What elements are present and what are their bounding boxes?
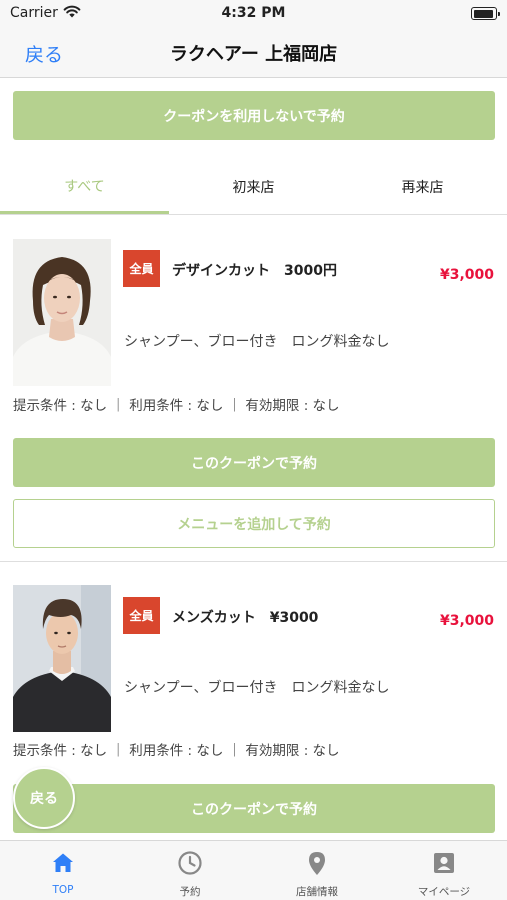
- tab-bar-label: TOP: [52, 884, 74, 896]
- tab-bar-item-top[interactable]: TOP: [0, 841, 126, 900]
- coupon-conditions: 提示条件 : なし ｜ 利用条件 : なし ｜ 有効期限 : なし: [13, 743, 340, 759]
- coupon-price: ¥3,000: [439, 267, 494, 283]
- navigation-bar: 戻る ラクヘアー 上福岡店: [0, 28, 507, 78]
- coupon-conditions: 提示条件 : なし ｜ 利用条件 : なし ｜ 有効期限 : なし: [13, 398, 340, 414]
- tab-all[interactable]: すべて: [0, 160, 169, 214]
- coupon-filter-tabs: すべて 初来店 再来店: [0, 160, 507, 215]
- coupon-title: デザインカット 3000円: [172, 263, 337, 279]
- coupon-divider: [0, 561, 507, 562]
- page-title: ラクヘアー 上福岡店: [169, 44, 338, 65]
- reserve-with-coupon-button[interactable]: このクーポンで予約: [13, 438, 495, 487]
- tab-bar-item-reservation[interactable]: 予約: [127, 841, 253, 900]
- floating-back-button[interactable]: 戻る: [13, 767, 75, 829]
- bottom-tab-bar: TOP 予約 店舗情報 マイページ: [0, 840, 507, 900]
- status-bar: Carrier 4:32 PM: [0, 0, 507, 28]
- tab-bar-label: 予約: [179, 886, 201, 898]
- coupon-title: メンズカット ¥3000: [172, 610, 319, 626]
- tab-bar-item-my-page[interactable]: マイページ: [381, 841, 507, 900]
- coupon-badge: 全員: [123, 250, 160, 287]
- profile-card-icon: [431, 850, 457, 876]
- coupon-badge: 全員: [123, 597, 160, 634]
- tab-repeat-visit[interactable]: 再来店: [338, 160, 507, 214]
- location-pin-icon: [304, 850, 330, 876]
- battery-icon: [471, 7, 500, 20]
- back-button[interactable]: 戻る: [25, 40, 63, 67]
- clock-icon: [177, 850, 203, 876]
- tab-bar-label: 店舗情報: [296, 886, 338, 898]
- tab-bar-label: マイページ: [417, 886, 471, 898]
- coupon-photo-man: [13, 585, 111, 732]
- add-menu-and-reserve-button[interactable]: メニューを追加して予約: [13, 499, 495, 548]
- tab-bar-item-store-info[interactable]: 店舗情報: [254, 841, 380, 900]
- tab-first-visit[interactable]: 初来店: [169, 160, 338, 214]
- status-time: 4:32 PM: [221, 5, 286, 21]
- reserve-with-coupon-button[interactable]: このクーポンで予約: [13, 784, 495, 833]
- home-icon: [50, 850, 76, 876]
- coupon-description: シャンプー、ブロー付き ロング料金なし: [124, 680, 390, 696]
- reserve-without-coupon-button[interactable]: クーポンを利用しないで予約: [13, 91, 495, 140]
- coupon-description: シャンプー、ブロー付き ロング料金なし: [124, 334, 390, 350]
- coupon-price: ¥3,000: [439, 613, 494, 629]
- coupon-photo-woman: [13, 239, 111, 386]
